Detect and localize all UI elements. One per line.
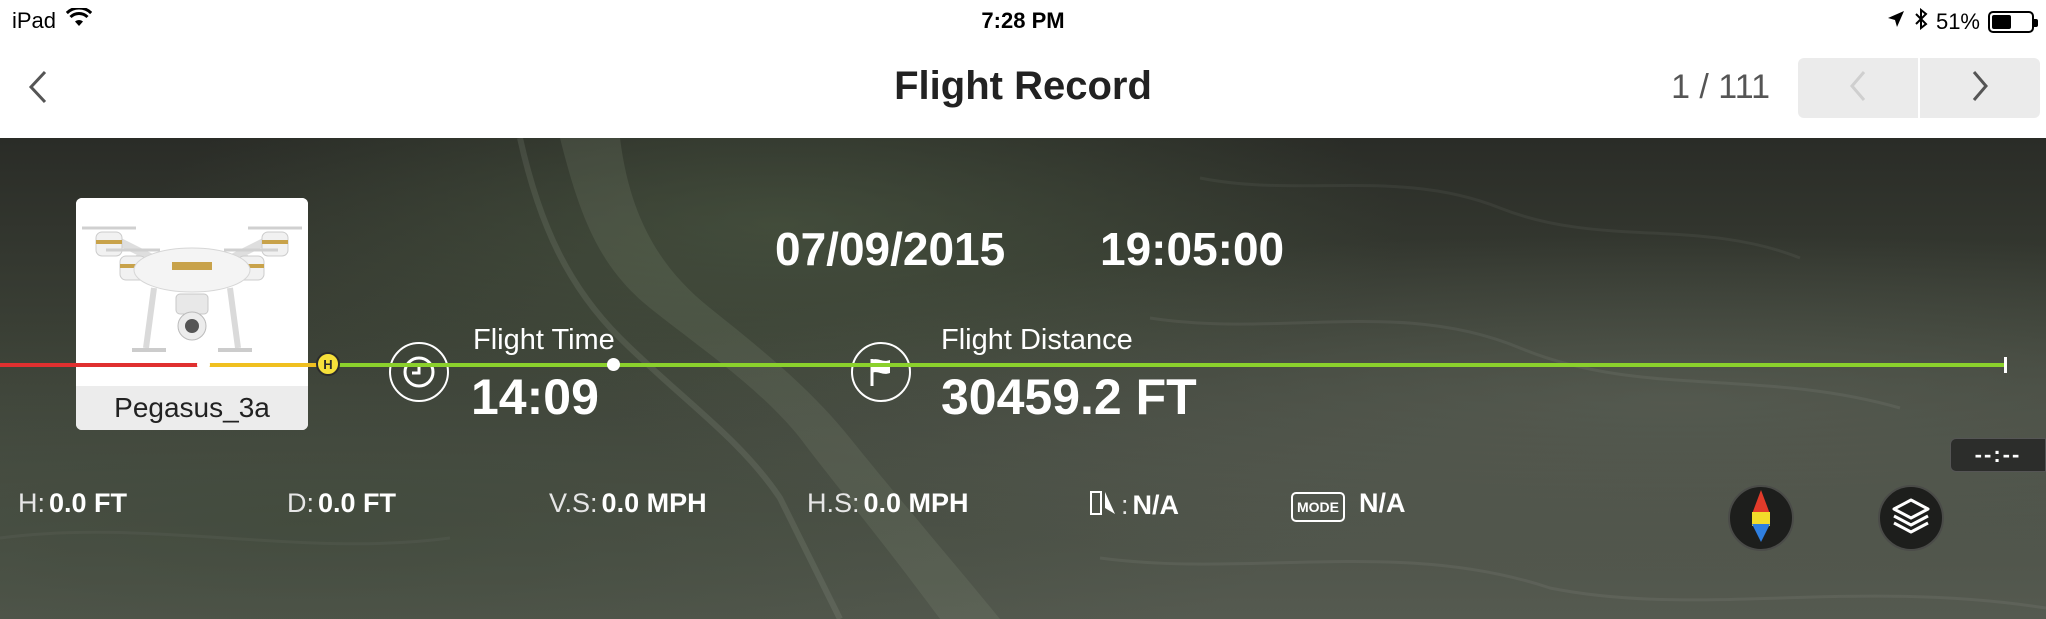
flight-time-label: Flight Time [473,324,615,356]
map-layers-button[interactable] [1878,485,1944,551]
drone-image [76,198,308,386]
vertical-speed-label: V.S: [549,488,598,518]
timeline-segment-yellow [203,363,327,367]
bluetooth-icon [1914,7,1928,36]
page-counter: 1 / 111 [1671,68,1770,106]
layers-icon [1890,495,1932,542]
chevron-left-icon [27,69,49,110]
horizontal-speed-value: 0.0 MPH [863,488,969,518]
previous-record-button[interactable] [1798,58,1918,118]
timeline-point[interactable] [607,358,620,371]
telemetry-horizontal-speed: H.S: 0.0 MPH [807,488,969,519]
chevron-right-icon [1970,69,1990,108]
height-label: H: [18,488,45,518]
height-value: 0.0 FT [49,488,128,518]
mode-value: N/A [1359,488,1406,518]
flight-map[interactable]: Pegasus_3a 07/09/2015 19:05:00 Flight Ti… [0,138,2046,619]
navigation-bar: Flight Record 1 / 111 [0,40,2046,138]
telemetry-mode: MODE N/A [1291,488,1406,522]
back-button[interactable] [18,66,58,112]
clock-icon [389,342,449,402]
flag-icon [851,342,911,402]
flight-date: 07/09/2015 [775,223,1006,275]
flight-time-value: 14:09 [471,369,599,425]
flight-start-time: 19:05:00 [1100,223,1285,275]
distance-label: D: [287,488,314,518]
battery-percent: 51% [1935,9,1980,34]
battery-fill [1992,15,2011,29]
vertical-speed-value: 0.0 MPH [601,488,707,518]
telemetry-height: H: 0.0 FT [18,488,127,519]
location-arrow-icon [1886,9,1906,35]
status-time: 7:28 PM [981,8,1065,33]
chevron-left-icon [1848,69,1868,108]
telemetry-vertical-speed: V.S: 0.0 MPH [549,488,707,519]
aircraft-name: Pegasus_3a [76,386,308,430]
horizontal-speed-label: H.S: [807,488,860,518]
battery-icon [1988,11,2038,33]
telemetry-gps: : N/A [1087,488,1179,521]
distance-value: 0.0 FT [318,488,397,518]
telemetry-distance: D: 0.0 FT [287,488,396,519]
timeline-point[interactable] [197,358,210,371]
flight-distance-label: Flight Distance [941,324,1133,356]
next-record-button[interactable] [1920,58,2040,118]
compass-button[interactable] [1728,485,1794,551]
playhead-time-tag: --:-- [1950,438,2046,472]
home-point-marker[interactable]: H [316,352,340,376]
flight-timeline[interactable]: H [0,352,2007,376]
timeline-playhead[interactable] [2004,357,2007,373]
compass-icon [1746,488,1776,549]
gps-direction-icon [1087,488,1117,521]
status-right: 51% [1886,7,2038,36]
gps-value: N/A [1132,490,1180,520]
gps-label: : [1121,490,1129,520]
flight-distance-value: 30459.2 FT [941,369,1197,425]
aircraft-card[interactable]: Pegasus_3a [76,198,308,430]
mode-badge: MODE [1291,492,1345,522]
timeline-segment-green [327,363,2006,367]
timeline-segment-red [0,363,203,367]
status-bar: iPad 7:28 PM 51% [0,0,2046,40]
record-pager [1798,58,2040,118]
